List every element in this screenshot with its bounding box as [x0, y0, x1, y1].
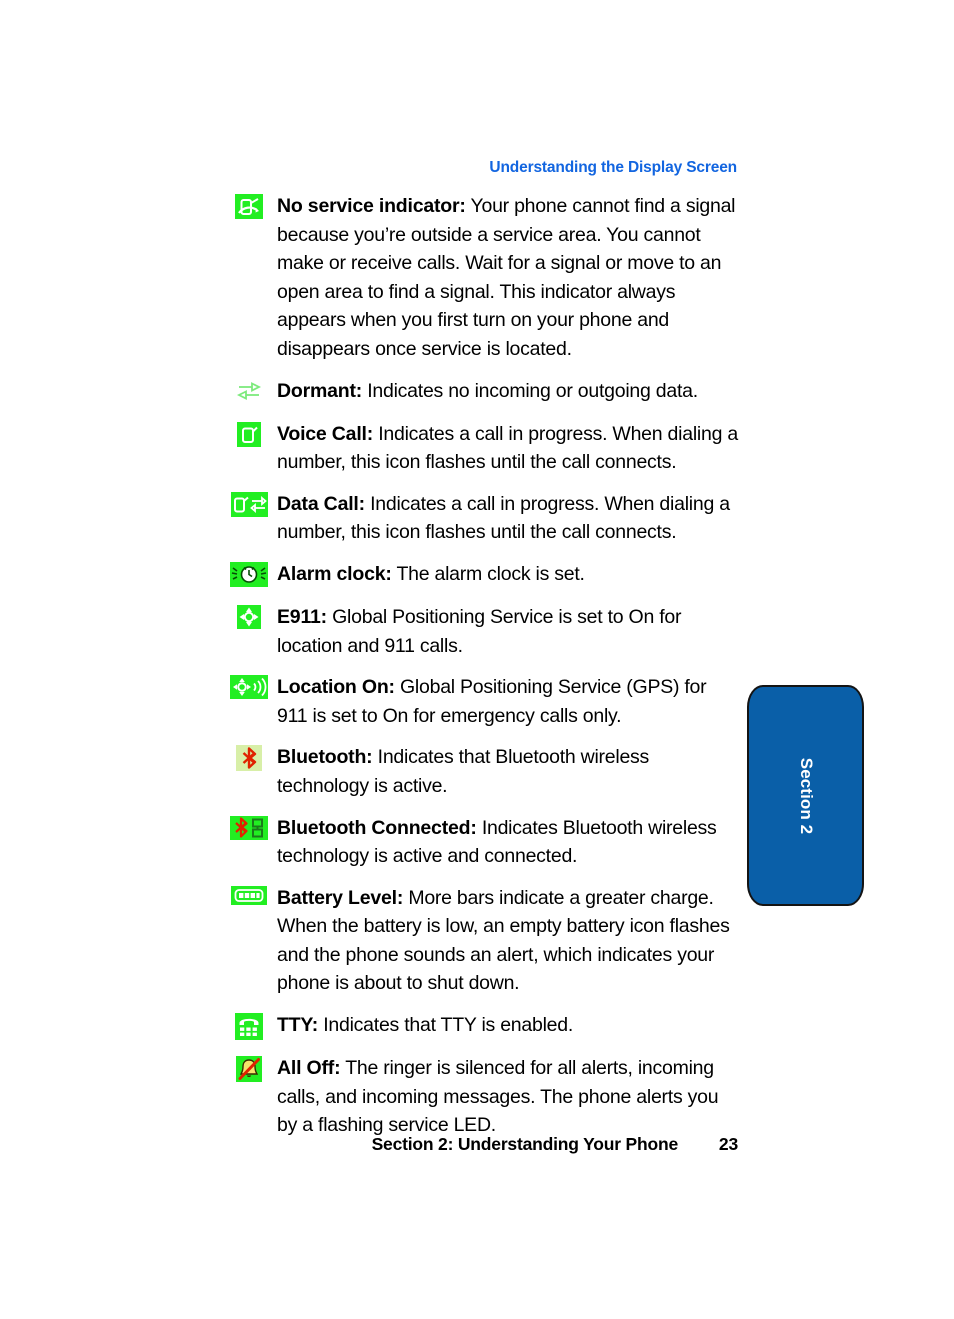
list-item: Bluetooth Connected: Indicates Bluetooth… [226, 814, 738, 871]
term-label: TTY: [277, 1014, 319, 1037]
list-item: Data Call: Indicates a call in progress.… [226, 490, 738, 547]
description-text: The alarm clock is set. [391, 562, 585, 585]
list-item: TTY: Indicates that TTY is enabled. [226, 1011, 738, 1041]
list-item-text: Alarm clock: The alarm clock is set. [277, 560, 738, 589]
description-text: Indicates that TTY is enabled. [318, 1014, 574, 1037]
indicator-list: No service indicator: Your phone cannot … [226, 192, 738, 1153]
term-label: Bluetooth Connected: [277, 816, 477, 839]
description-text: Indicates no incoming or outgoing data. [362, 379, 698, 402]
page-footer: Section 2: Understanding Your Phone 23 [226, 1134, 739, 1155]
section-thumb-tab: Section 2 [747, 685, 864, 906]
page-number: 23 [718, 1134, 738, 1154]
term-label: Location On: [277, 676, 395, 699]
list-item: Alarm clock: The alarm clock is set. [226, 560, 738, 590]
list-item-text: Bluetooth Connected: Indicates Bluetooth… [277, 814, 738, 871]
list-item: Voice Call: Indicates a call in progress… [226, 420, 738, 477]
footer-section-title: Section 2: Understanding Your Phone [371, 1134, 679, 1154]
description-text: Your phone cannot find a signal because … [277, 195, 736, 360]
list-item-text: Data Call: Indicates a call in progress.… [277, 490, 738, 547]
bluetooth-connected-icon [226, 815, 272, 844]
no-service-indicator-icon [226, 194, 272, 222]
term-label: All Off: [277, 1057, 341, 1080]
dormant-data-arrows-icon [226, 379, 272, 407]
term-label: Dormant: [277, 379, 363, 402]
section-thumb-tab-label: Section 2 [796, 757, 816, 834]
term-label: Bluetooth: [277, 746, 373, 769]
list-item-text: TTY: Indicates that TTY is enabled. [277, 1011, 738, 1040]
term-label: No service indicator: [277, 195, 466, 217]
list-item-text: Bluetooth: Indicates that Bluetooth wire… [277, 743, 738, 800]
list-item: Location On: Global Positioning Service … [226, 673, 738, 730]
description-text: The ringer is silenced for all alerts, i… [277, 1057, 719, 1137]
list-item-text: E911: Global Positioning Service is set … [277, 603, 738, 660]
list-item-text: All Off: The ringer is silenced for all … [277, 1054, 738, 1140]
term-label: Voice Call: [277, 422, 374, 445]
running-head: Understanding the Display Screen [489, 159, 737, 176]
list-item: Dormant: Indicates no incoming or outgoi… [226, 377, 738, 407]
term-label: Data Call: [277, 492, 365, 515]
list-item-text: Dormant: Indicates no incoming or outgoi… [277, 377, 738, 406]
list-item-text: Voice Call: Indicates a call in progress… [277, 420, 738, 477]
description-text: Global Positioning Service is set to On … [277, 605, 682, 657]
voice-call-icon [226, 421, 272, 450]
list-item: E911: Global Positioning Service is set … [226, 603, 738, 660]
e911-location-crosshair-icon [226, 604, 272, 633]
list-item: All Off: The ringer is silenced for all … [226, 1054, 738, 1140]
all-off-ringer-silenced-icon [226, 1056, 272, 1084]
list-item-text: Location On: Global Positioning Service … [277, 673, 738, 730]
term-label: Alarm clock: [277, 562, 392, 585]
list-item: No service indicator: Your phone cannot … [226, 192, 738, 364]
battery-level-icon [226, 885, 272, 914]
tty-icon [226, 1013, 272, 1041]
data-call-icon [226, 491, 272, 520]
term-label: Battery Level: [277, 886, 404, 909]
list-item-text: Battery Level: More bars indicate a grea… [277, 884, 738, 998]
manual-page: Understanding the Display Screen No serv… [0, 0, 954, 1319]
location-on-icon [226, 675, 272, 703]
list-item: Battery Level: More bars indicate a grea… [226, 884, 738, 998]
bluetooth-icon [226, 745, 272, 773]
list-item-text: No service indicator: Your phone cannot … [277, 192, 738, 364]
list-item: Bluetooth: Indicates that Bluetooth wire… [226, 743, 738, 800]
alarm-clock-icon [226, 561, 272, 590]
term-label: E911: [277, 605, 327, 628]
